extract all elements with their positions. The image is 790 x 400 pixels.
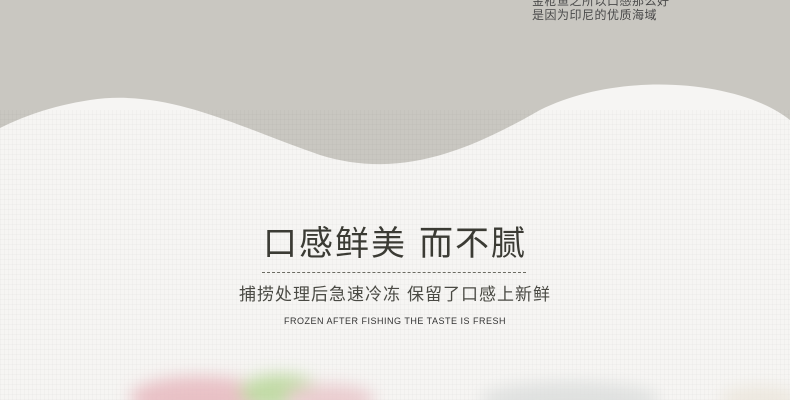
- english-caption: FROZEN AFTER FISHING THE TASTE IS FRESH: [283, 316, 507, 326]
- headline: 口感鲜美 而不腻: [0, 222, 790, 266]
- caption-line-2: 是因为印尼的优质海域: [532, 8, 658, 22]
- subline-part-1: 捕捞处理后急速冷冻: [239, 285, 401, 305]
- headline-part-2: 而不腻: [419, 224, 527, 264]
- subline-part-2: 保留了口感上新鲜: [407, 285, 551, 305]
- promo-banner: 金枪鱼之所以口感那么好 是因为印尼的优质海域 口感鲜美 而不腻 捕捞处理后急速冷冻…: [0, 0, 790, 400]
- dashed-divider: [262, 272, 526, 273]
- top-caption: 金枪鱼之所以口感那么好 是因为印尼的优质海域: [532, 0, 782, 22]
- subheadline: 捕捞处理后急速冷冻 保留了口感上新鲜: [0, 283, 790, 307]
- product-photo-image: [130, 374, 790, 400]
- headline-part-1: 口感鲜美: [263, 224, 407, 264]
- caption-line-1: 金枪鱼之所以口感那么好: [532, 0, 670, 8]
